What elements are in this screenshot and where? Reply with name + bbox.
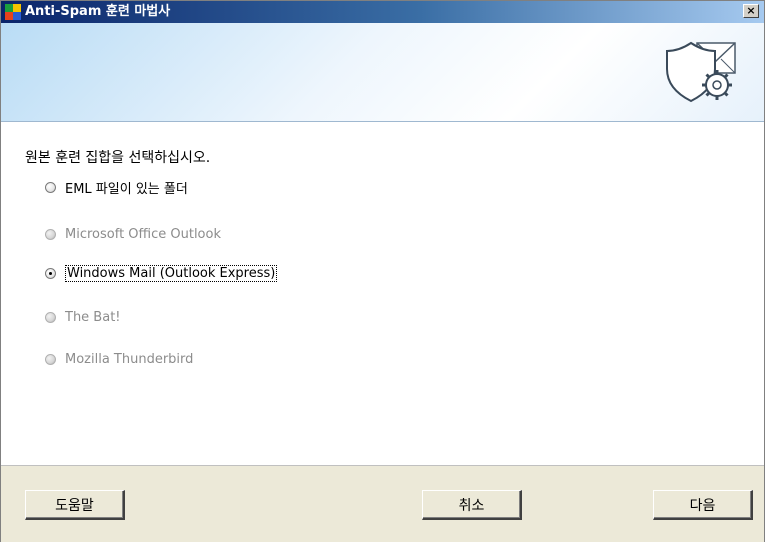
help-button[interactable]: 도움말 xyxy=(25,490,125,520)
instruction-text: 원본 훈련 집합을 선택하십시오. xyxy=(25,150,211,166)
close-icon: × xyxy=(746,4,756,17)
shield-envelope-gear-icon xyxy=(666,41,736,103)
radio-office-outlook xyxy=(45,228,56,240)
avg-logo-icon xyxy=(5,4,21,20)
option-label: Microsoft Office Outlook xyxy=(65,226,221,242)
window-title: Anti-Spam 훈련 마법사 xyxy=(25,4,171,19)
option-label: EML 파일이 있는 폴더 xyxy=(65,181,188,197)
next-button[interactable]: 다음 xyxy=(653,490,753,520)
header-banner xyxy=(1,23,764,122)
radio-windows-mail[interactable] xyxy=(45,267,56,279)
radio-eml-folder[interactable] xyxy=(45,181,56,193)
option-office-outlook: Microsoft Office Outlook xyxy=(45,225,221,243)
radio-the-bat xyxy=(45,311,56,323)
option-label: Mozilla Thunderbird xyxy=(65,351,194,367)
radio-thunderbird xyxy=(45,353,56,365)
option-eml-folder[interactable]: EML 파일이 있는 폴더 xyxy=(45,178,188,197)
option-label: The Bat! xyxy=(65,309,121,325)
close-button[interactable]: × xyxy=(743,4,759,18)
option-the-bat: The Bat! xyxy=(45,308,121,326)
cancel-button[interactable]: 취소 xyxy=(422,490,522,520)
option-label: Windows Mail (Outlook Express) xyxy=(65,264,278,282)
title-bar[interactable]: Anti-Spam 훈련 마법사 × xyxy=(1,1,764,23)
option-thunderbird: Mozilla Thunderbird xyxy=(45,350,193,368)
option-windows-mail[interactable]: Windows Mail (Outlook Express) xyxy=(45,264,278,282)
wizard-window: Anti-Spam 훈련 마법사 × 원본 훈련 집합을 선택하십시오. EML… xyxy=(0,0,765,542)
